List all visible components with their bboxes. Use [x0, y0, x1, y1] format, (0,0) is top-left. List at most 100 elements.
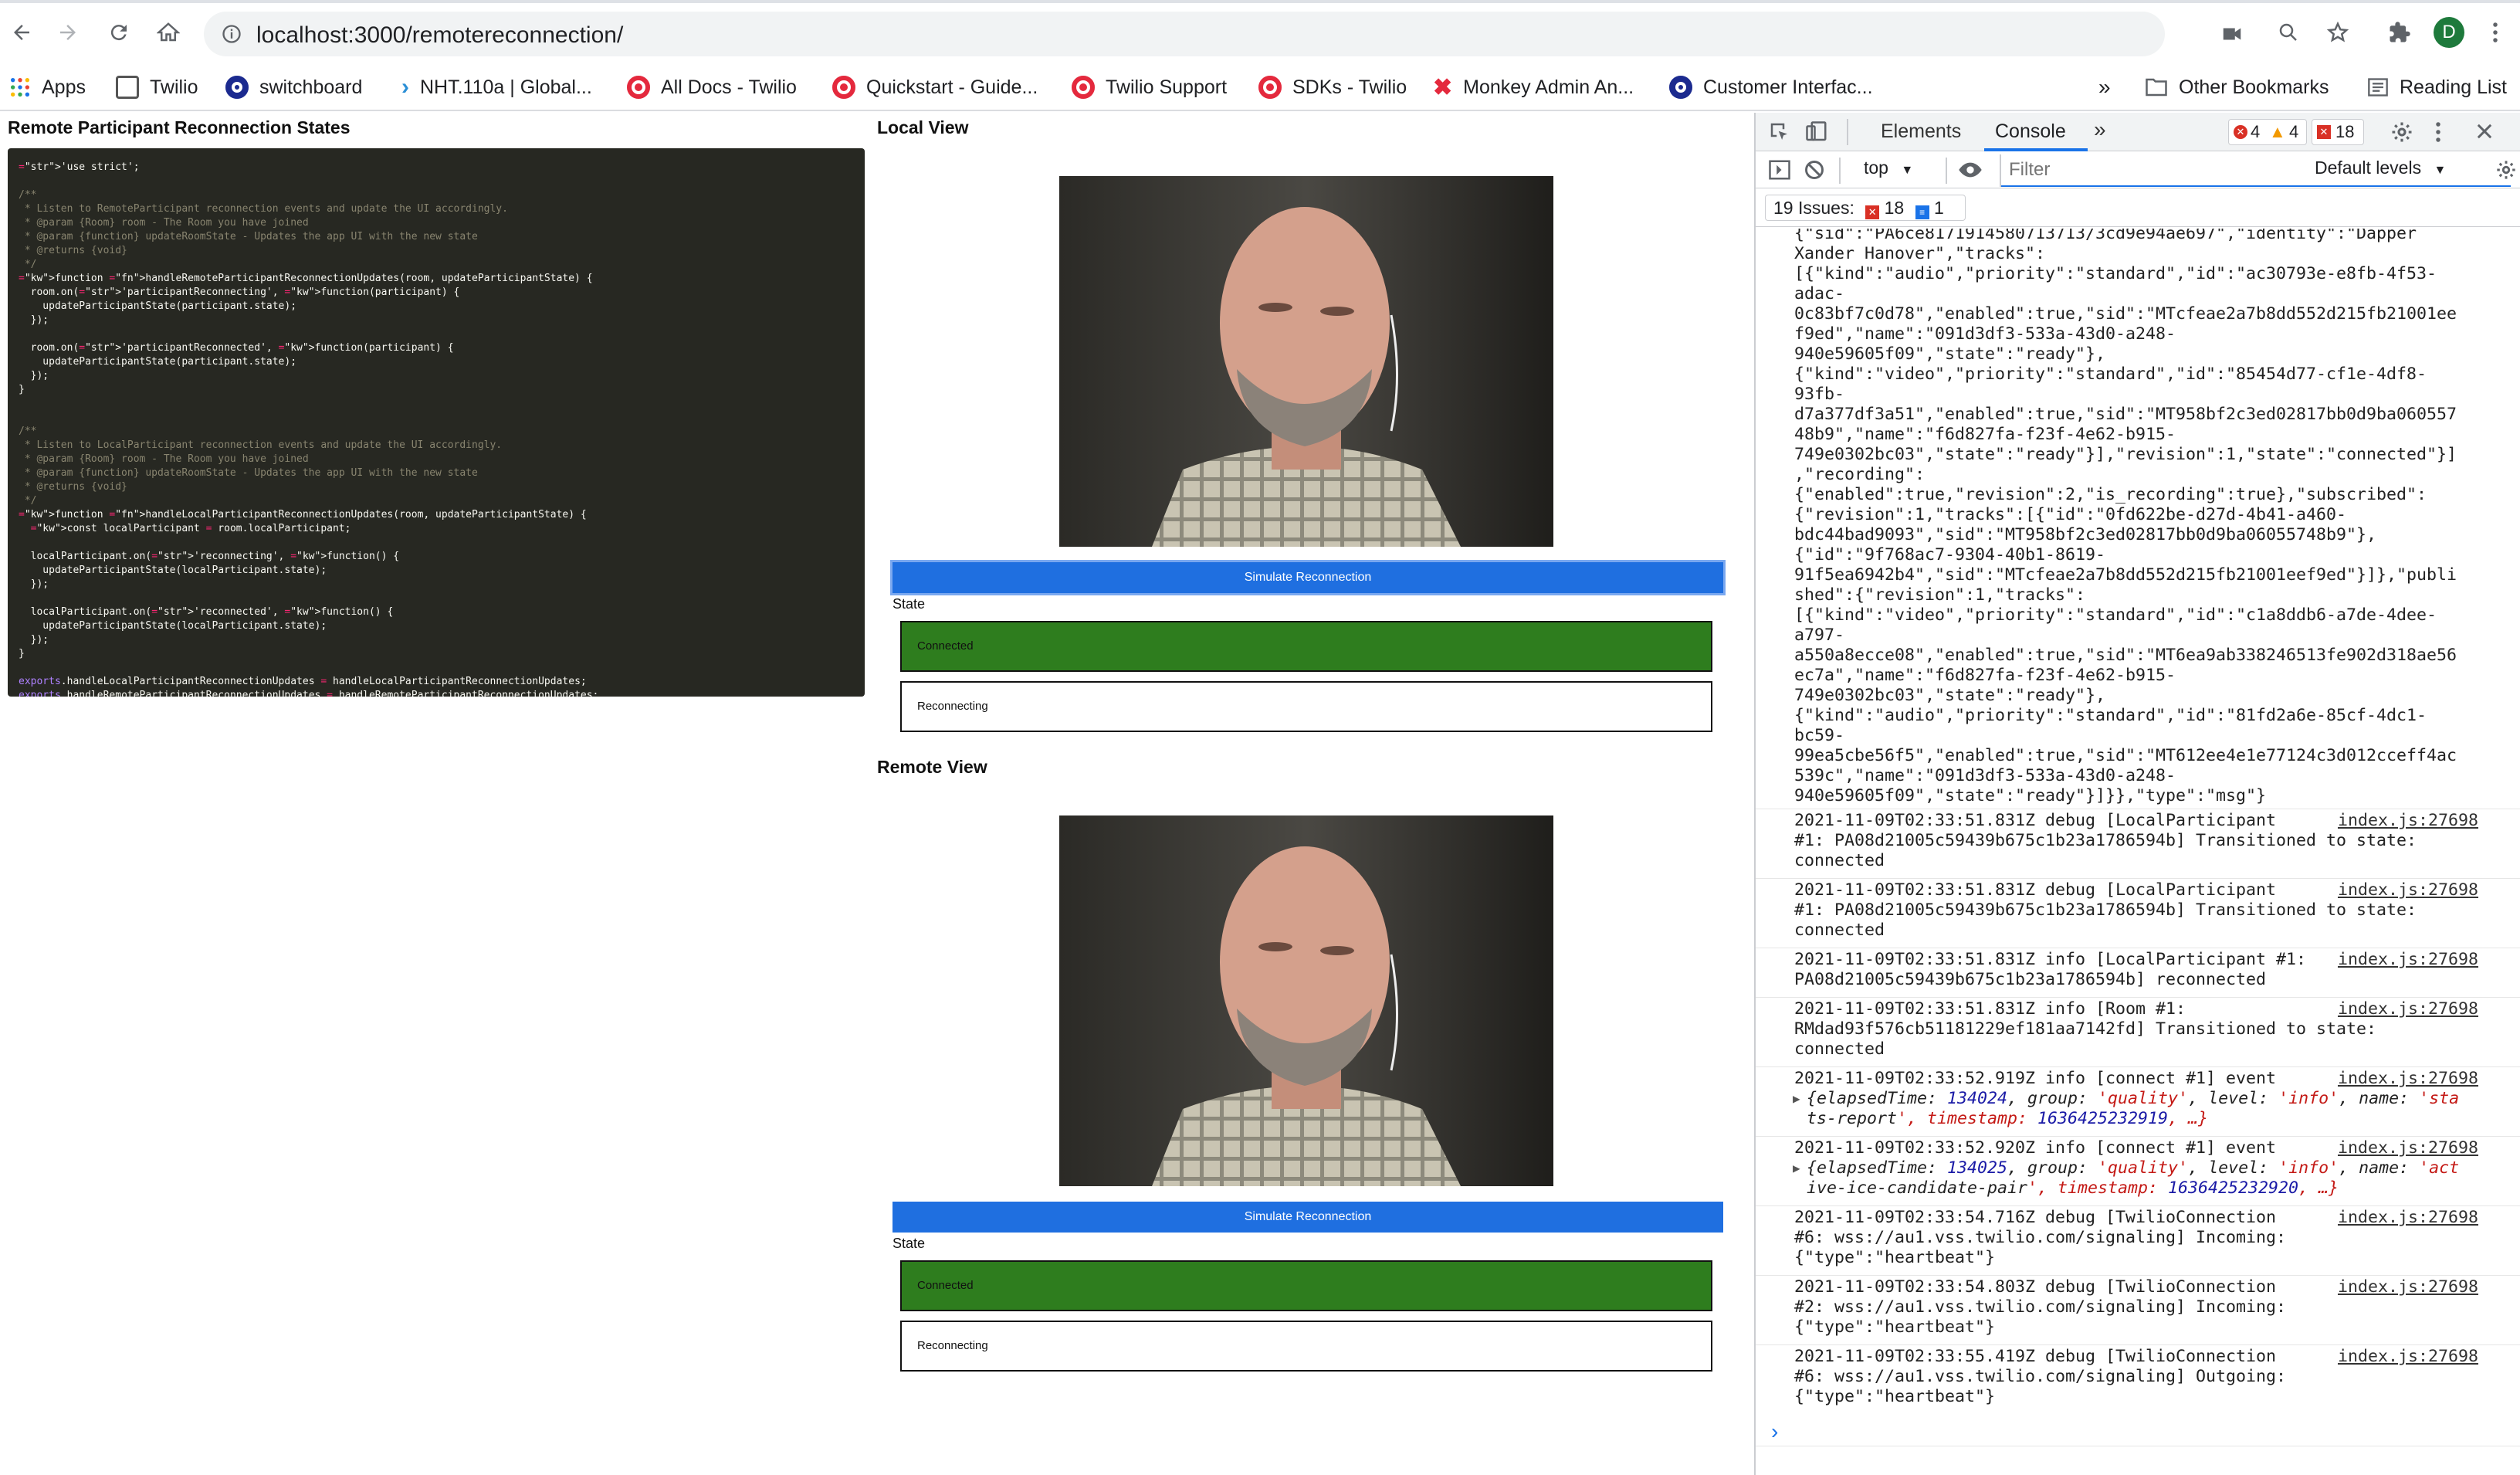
issues-badge[interactable]: ✕ 18 — [2312, 119, 2364, 145]
code-line: room.on(="str">'participantReconnecting'… — [19, 287, 460, 298]
expand-triangle-icon[interactable]: ▶ — [1793, 1158, 1800, 1178]
tab-console[interactable]: Console — [1995, 120, 2066, 143]
zoom-icon[interactable] — [2271, 15, 2305, 49]
code-line: ="kw">const localParticipant = room.loca… — [30, 523, 351, 534]
code-line: updateParticipantState(localParticipant.… — [19, 565, 327, 576]
console-object-line[interactable]: ive-ice-candidate-pair', timestamp: 1636… — [1794, 1178, 2517, 1199]
expand-triangle-icon[interactable]: ▶ — [1793, 1089, 1800, 1109]
back-icon[interactable] — [5, 15, 39, 49]
camera-icon[interactable] — [2220, 22, 2244, 46]
issues-count: 18 — [2335, 122, 2355, 141]
reload-icon[interactable] — [102, 15, 136, 49]
bookmark-switchboard[interactable]: switchboard — [225, 73, 362, 102]
console-separator — [1756, 997, 2520, 998]
console-separator — [1756, 1136, 2520, 1137]
devtools-menu-icon[interactable] — [2435, 120, 2441, 144]
bookmark-label: NHT.110a | Global... — [420, 76, 592, 98]
bookmark-twilio[interactable]: Twilio — [116, 73, 198, 102]
local-view-heading: Local View — [877, 117, 969, 137]
bookmark-twilio-support[interactable]: Twilio Support — [1072, 73, 1227, 102]
console-source-link[interactable]: index.js:27698 — [2338, 1138, 2478, 1158]
console-separator — [1756, 1344, 2520, 1345]
other-bookmarks[interactable]: Other Bookmarks — [2145, 73, 2329, 102]
profile-initial: D — [2434, 17, 2464, 48]
console-source-link[interactable]: index.js:27698 — [2338, 1277, 2478, 1297]
extensions-icon[interactable] — [2383, 15, 2417, 49]
live-expression-eye-icon[interactable] — [1958, 161, 1983, 179]
home-icon[interactable] — [151, 15, 185, 49]
profile-avatar[interactable]: D — [2432, 15, 2466, 49]
code-line: */ — [19, 495, 37, 507]
address-bar[interactable]: localhost:3000/remotereconnection/ — [204, 12, 2241, 56]
console-prompt[interactable]: › — [1771, 1419, 1778, 1444]
url-text[interactable]: localhost:3000/remotereconnection/ — [256, 22, 623, 49]
bookmark-label: switchboard — [259, 76, 363, 98]
settings-icon[interactable] — [2390, 120, 2413, 144]
log-levels-label: Default levels — [2315, 158, 2422, 178]
reading-list[interactable]: Reading List — [2367, 73, 2507, 102]
console-line: shed":{"revision":1,"tracks": — [1794, 585, 2086, 605]
code-line: ="kw">function ="fn">handleRemotePartici… — [19, 273, 593, 284]
code-line: exports.handleLocalParticipantReconnecti… — [19, 676, 587, 687]
bookmark-sdks[interactable]: SDKs - Twilio — [1258, 73, 1407, 102]
bookmark-all-docs[interactable]: All Docs - Twilio — [627, 73, 797, 102]
console-source-link[interactable]: index.js:27698 — [2338, 999, 2478, 1019]
console-settings-icon[interactable] — [2495, 159, 2517, 181]
bookmark-quickstart[interactable]: Quickstart - Guide... — [832, 73, 1038, 102]
console-line: [{"kind":"video","priority":"standard","… — [1794, 605, 2437, 625]
devtools-panel: Elements Console » ✕ 4 ▲ 4 ✕ 18 top ▼ Fi… — [1754, 113, 2520, 1475]
remote-simulate-reconnection-button[interactable]: Simulate Reconnection — [892, 1202, 1723, 1233]
code-line: * Listen to LocalParticipant reconnectio… — [19, 439, 503, 451]
more-tabs-button[interactable]: » — [2094, 117, 2106, 142]
sidebar-toggle-icon[interactable] — [1768, 159, 1791, 181]
divider — [1946, 158, 1947, 184]
code-line: updateParticipantState(participant.state… — [19, 356, 297, 368]
code-line: exports.handleRemoteParticipantReconnect… — [19, 690, 599, 697]
bookmarks-overflow-button[interactable]: » — [2098, 73, 2111, 102]
page-content: Remote Participant Reconnection States =… — [0, 113, 1753, 1475]
info-icon[interactable] — [221, 23, 242, 45]
code-line: }); — [19, 578, 49, 590]
forward-icon[interactable] — [51, 15, 85, 49]
console-line: #6: wss://au1.vss.twilio.com/signaling] … — [1794, 1228, 2287, 1247]
kebab-menu-icon[interactable] — [2478, 15, 2512, 49]
console-source-link[interactable]: index.js:27698 — [2338, 1208, 2478, 1228]
console-line: 749e0302bc03","state":"ready"}],"revisio… — [1794, 445, 2457, 464]
code-line: }); — [19, 634, 49, 646]
dropdown-arrow-icon: ▼ — [1901, 164, 1914, 177]
console-line: Xander Hanover","tracks": — [1794, 244, 2046, 263]
inspect-element-icon[interactable] — [1768, 120, 1791, 144]
device-toolbar-icon[interactable] — [1805, 120, 1828, 144]
console-source-link[interactable]: index.js:27698 — [2338, 1069, 2478, 1089]
console-source-link[interactable]: index.js:27698 — [2338, 950, 2478, 970]
clear-console-icon[interactable] — [1804, 159, 1825, 181]
console-source-link[interactable]: index.js:27698 — [2338, 880, 2478, 900]
bookmark-apps[interactable]: Apps — [9, 73, 86, 102]
code-line: }); — [19, 370, 49, 381]
bookmark-monkey-admin[interactable]: ✖ Monkey Admin An... — [1433, 73, 1634, 102]
issues-summary[interactable]: 19 Issues: ✕ 18 ≡ 1 — [1765, 195, 1966, 221]
close-devtools-icon[interactable] — [2474, 120, 2495, 142]
code-line: */ — [19, 259, 37, 270]
tab-elements[interactable]: Elements — [1881, 120, 1961, 143]
code-line: }); — [19, 314, 49, 326]
bookmark-customer-interface[interactable]: Customer Interfac... — [1669, 73, 1873, 102]
console-json-message: {"sid":"PA6ce8171914580713713/3cd9e94ae6… — [1794, 229, 2517, 806]
console-counts[interactable]: ✕ 4 ▲ 4 — [2228, 119, 2307, 145]
monkey-icon: ✖ — [1433, 74, 1453, 100]
console-source-link[interactable]: index.js:27698 — [2338, 1347, 2478, 1367]
local-simulate-reconnection-button[interactable]: Simulate Reconnection — [892, 562, 1723, 593]
log-levels-dropdown[interactable]: Default levels ▼ — [2315, 158, 2446, 178]
console-object-line[interactable]: ▶ {elapsedTime: 134024, group: 'quality',… — [1793, 1089, 2517, 1109]
document-icon — [116, 76, 139, 99]
console-object-line[interactable]: ▶ {elapsedTime: 134025, group: 'quality',… — [1793, 1158, 2517, 1178]
console-line: {"sid":"PA6ce8171914580713713/3cd9e94ae6… — [1794, 229, 2417, 243]
console-line: a550a8ecce08","enabled":true,"sid":"MT6e… — [1794, 646, 2457, 665]
bookmark-star-icon[interactable] — [2321, 15, 2355, 49]
context-selector[interactable]: top ▼ — [1864, 158, 1913, 178]
console-object-line[interactable]: ts-report', timestamp: 1636425232919, …} — [1794, 1109, 2517, 1129]
console-source-link[interactable]: index.js:27698 — [2338, 811, 2478, 831]
bookmark-nht[interactable]: › NHT.110a | Global... — [401, 73, 592, 102]
